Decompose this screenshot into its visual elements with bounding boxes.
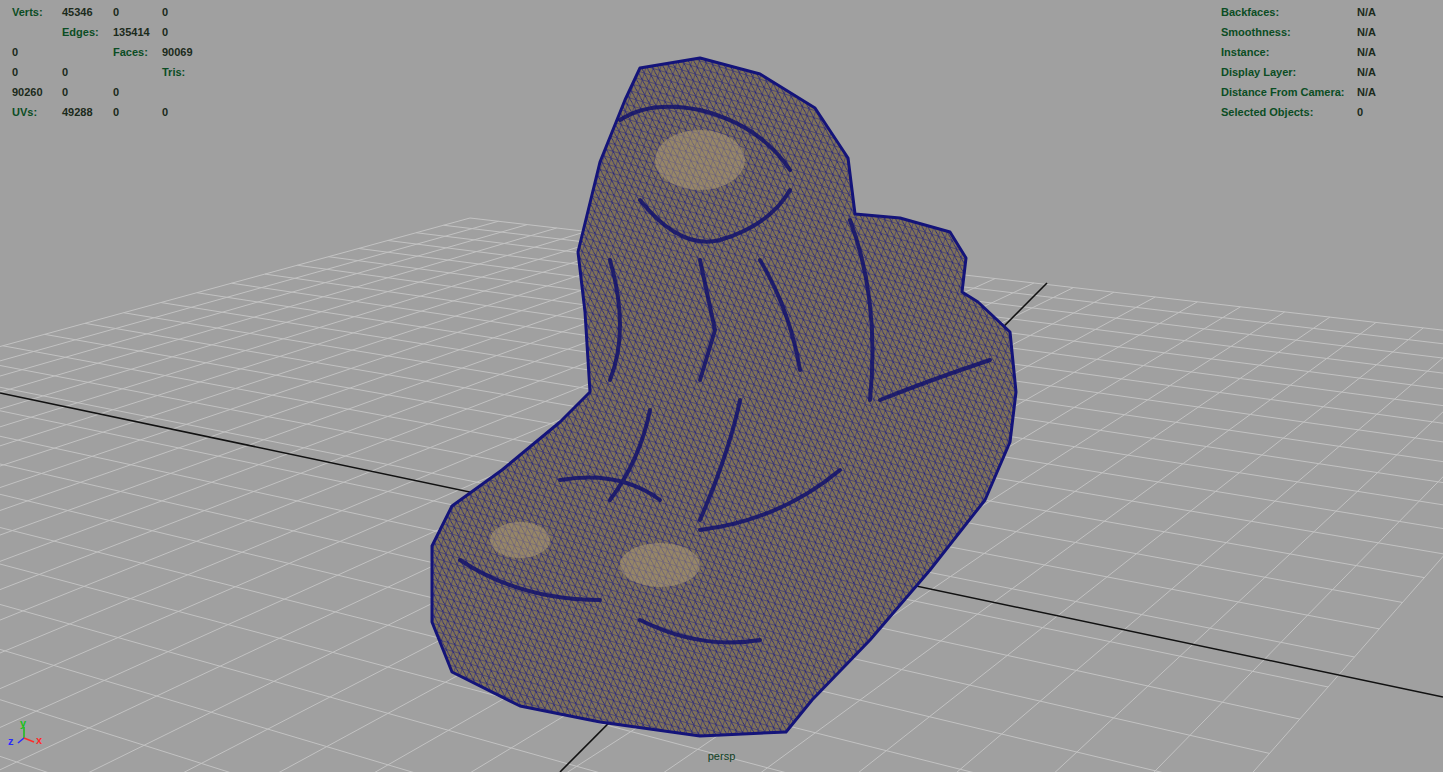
camera-label: persp	[708, 750, 736, 762]
hud-value: N/A	[1357, 66, 1376, 78]
hud-label: Verts:	[12, 6, 62, 18]
hud-label: Smoothness:	[1221, 26, 1357, 38]
hud-label: Instance:	[1221, 46, 1357, 58]
hud-value: 0	[1357, 106, 1376, 118]
hud-label: Tris:	[162, 66, 193, 78]
hud-label: Backfaces:	[1221, 6, 1357, 18]
axis-label: x	[36, 735, 42, 746]
hud-value: N/A	[1357, 86, 1376, 98]
axis-line	[18, 738, 24, 743]
hud-value: 0	[12, 46, 62, 58]
poly-count-hud: Verts:4534600Edges:13541400Faces:9006900…	[12, 2, 193, 142]
hud-value: 0	[113, 106, 162, 118]
hud-value: N/A	[1357, 26, 1376, 38]
hud-value: 0	[62, 86, 113, 98]
hud-label: Selected Objects:	[1221, 106, 1357, 118]
axis-line	[24, 738, 34, 742]
view-axis-icon: yz x	[8, 716, 48, 752]
axis-lines-icon	[8, 716, 48, 752]
sphinx-mesh[interactable]	[432, 58, 1016, 736]
hud-value: 90069	[162, 46, 193, 58]
hud-value: 0	[162, 26, 193, 38]
hud-value: 90260	[12, 86, 62, 98]
hud-value: 0	[12, 66, 62, 78]
hud-value: N/A	[1357, 6, 1376, 18]
perspective-viewport[interactable]: Verts:4534600Edges:13541400Faces:9006900…	[0, 0, 1443, 772]
hud-value: 49288	[62, 106, 113, 118]
hud-label: UVs:	[12, 106, 62, 118]
hud-value: N/A	[1357, 46, 1376, 58]
hud-value: 0	[62, 66, 113, 78]
hud-value: 0	[113, 6, 162, 18]
camera-name-bar: persp	[0, 750, 1443, 762]
hud-label: Edges:	[62, 26, 113, 38]
hud-label: Distance From Camera:	[1221, 86, 1357, 98]
hud-value: 0	[162, 106, 193, 118]
object-details-hud: Backfaces:N/ASmoothness:N/AInstance:N/AD…	[1221, 2, 1376, 122]
hud-value: 45346	[62, 6, 113, 18]
hud-value: 0	[113, 86, 162, 98]
hud-label: Display Layer:	[1221, 66, 1357, 78]
hud-value: 0	[162, 6, 193, 18]
axis-label: z	[8, 736, 14, 747]
axis-label: y	[20, 718, 26, 729]
hud-value: 135414	[113, 26, 162, 38]
hud-label: Faces:	[113, 46, 162, 58]
